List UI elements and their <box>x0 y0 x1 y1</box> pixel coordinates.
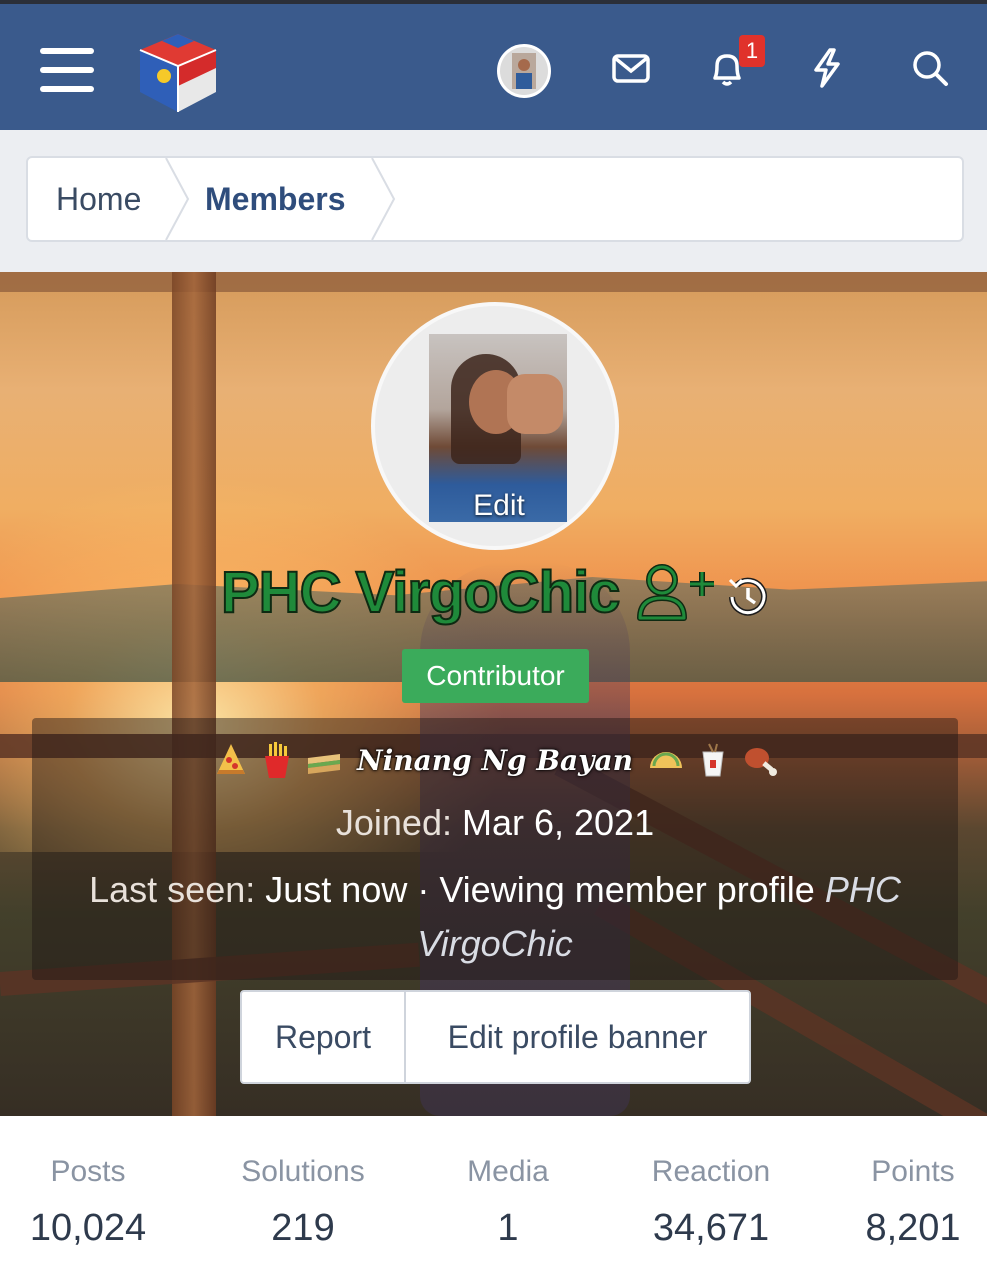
menu-icon[interactable] <box>40 48 94 92</box>
history-icon[interactable] <box>722 572 772 622</box>
stat-label: Solutions <box>241 1155 365 1188</box>
joined-label: Joined: <box>335 802 452 843</box>
banner-roof <box>0 272 987 292</box>
lightning-icon[interactable] <box>806 46 850 90</box>
follow-user-icon[interactable] <box>632 560 718 624</box>
search-icon[interactable] <box>908 46 952 90</box>
fries-icon <box>265 742 290 778</box>
last-seen-value: Just now · Viewing member profile <box>265 869 815 910</box>
breadcrumb-area: Home Members <box>0 130 987 272</box>
site-logo[interactable] <box>134 28 222 116</box>
stat-label: Posts <box>50 1155 126 1188</box>
last-seen-label: Last seen: <box>89 869 256 910</box>
breadcrumb-home[interactable]: Home <box>56 158 141 240</box>
sandwich-icon <box>307 754 340 774</box>
profile-banner: Edit PHC VirgoChic Contributor Ninang Ng… <box>0 272 987 1116</box>
stat-media[interactable]: Media 1 <box>408 1152 608 1252</box>
profile-actions: Report Edit profile banner <box>240 990 751 1084</box>
stat-solutions[interactable]: Solutions 219 <box>203 1152 403 1252</box>
stat-label: Reaction <box>651 1155 771 1188</box>
stat-value: 34,671 <box>652 1207 770 1249</box>
banner-post <box>172 272 216 1116</box>
stat-points[interactable]: Points 8,201 <box>813 1152 987 1252</box>
report-button[interactable]: Report <box>242 992 406 1082</box>
notification-badge: 1 <box>739 35 765 67</box>
stat-value: 8,201 <box>865 1207 961 1249</box>
mail-icon[interactable] <box>609 46 653 90</box>
stat-value: 1 <box>497 1207 519 1249</box>
role-badge: Contributor <box>402 649 589 703</box>
joined-line: Joined: Mar 6, 2021 <box>32 802 958 844</box>
stat-label: Media <box>467 1155 549 1188</box>
member-stats: Posts 10,024 Solutions 219 Media 1 React… <box>0 1116 987 1280</box>
custom-title-row: Ninang Ng Bayan <box>32 740 958 788</box>
chevron-right-icon <box>165 158 190 240</box>
avatar-edit-button[interactable]: Edit <box>375 486 615 546</box>
profile-info-box: Ninang Ng Bayan Joined: Mar 6, 2021 Last… <box>32 718 958 980</box>
stat-posts[interactable]: Posts 10,024 <box>0 1152 188 1252</box>
last-seen-line: Last seen: Just now · Viewing member pro… <box>52 863 938 971</box>
edit-profile-banner-button[interactable]: Edit profile banner <box>406 992 749 1082</box>
taco-icon <box>650 752 683 768</box>
stat-label: Points <box>871 1155 955 1188</box>
meat-on-bone-icon <box>745 748 778 776</box>
user-avatar[interactable] <box>497 44 551 98</box>
top-navbar: 1 <box>0 0 987 130</box>
stat-reaction[interactable]: Reaction 34,671 <box>611 1152 811 1252</box>
custom-title: Ninang Ng Bayan <box>357 743 633 777</box>
chevron-right-icon <box>371 158 396 240</box>
profile-avatar[interactable]: Edit <box>371 302 619 550</box>
breadcrumb-members[interactable]: Members <box>205 158 346 240</box>
joined-date: Mar 6, 2021 <box>461 802 655 843</box>
pizza-icon <box>216 744 245 774</box>
profile-username: PHC VirgoChic <box>220 559 621 626</box>
takeout-box-icon <box>702 743 724 777</box>
stat-value: 10,024 <box>29 1207 147 1249</box>
breadcrumb: Home Members <box>26 156 964 242</box>
stat-value: 219 <box>271 1207 335 1249</box>
